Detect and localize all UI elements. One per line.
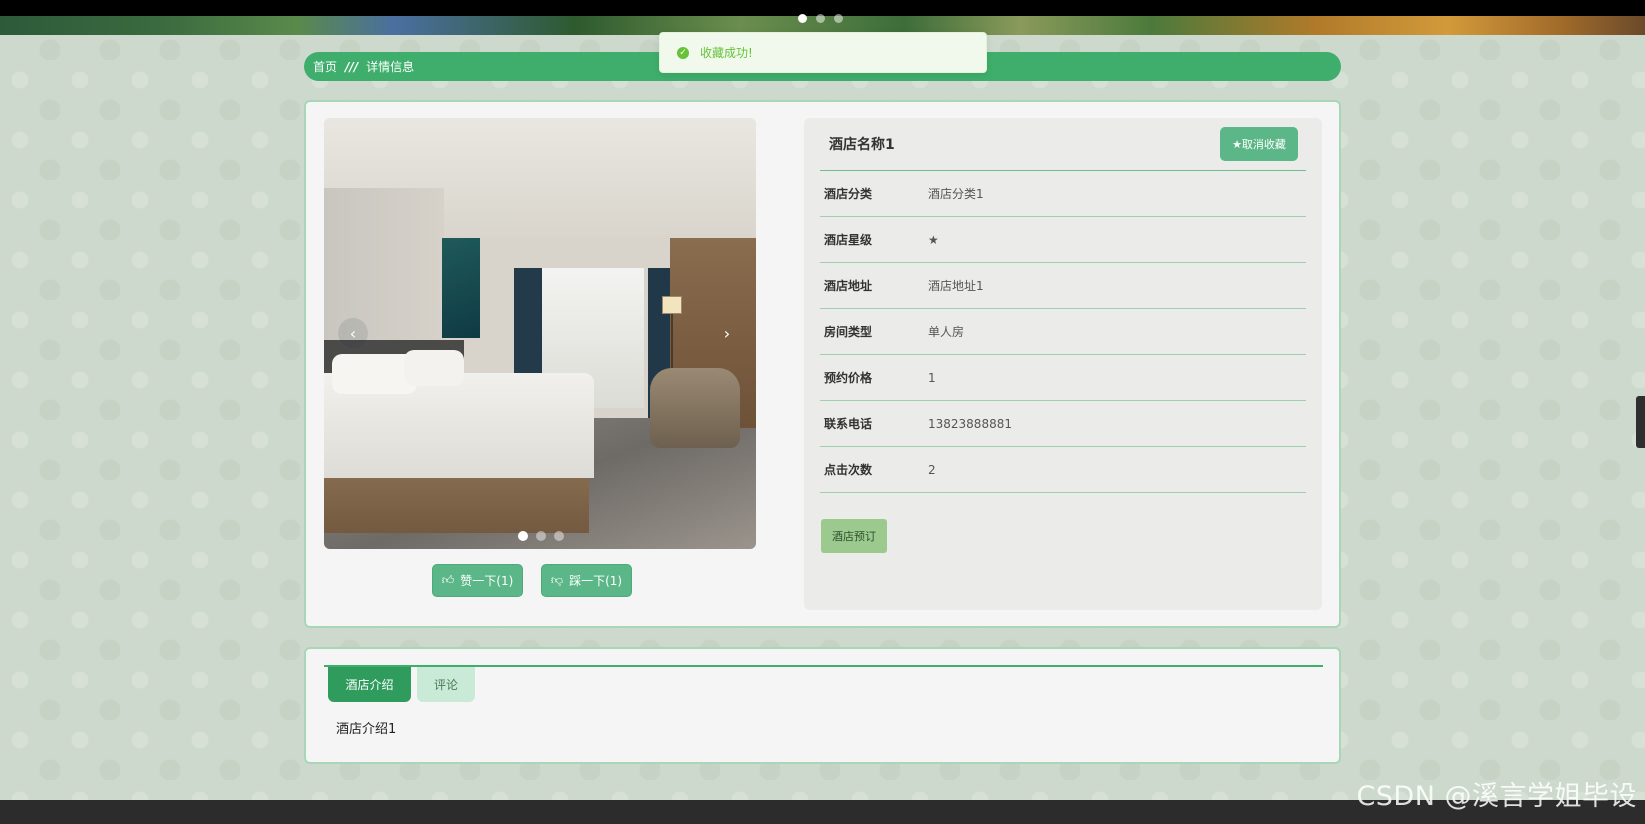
carousel-next-button[interactable]: › — [712, 318, 742, 348]
field-label: 酒店地址 — [824, 279, 873, 293]
info-row-price: 预约价格 1 — [820, 355, 1306, 401]
field-value: ★ — [928, 232, 939, 247]
hotel-tabs-card: 酒店介绍 评论 酒店介绍1 — [304, 647, 1341, 764]
field-value: 酒店分类1 — [928, 187, 984, 201]
hotel-image-carousel[interactable]: ‹ › — [324, 118, 756, 549]
field-value: 酒店地址1 — [928, 279, 984, 293]
like-label: 赞一下(1) — [460, 574, 514, 588]
tab-hotel-intro[interactable]: 酒店介绍 — [328, 667, 411, 702]
breadcrumb-home[interactable]: 首页 — [313, 58, 337, 75]
room-photo-chair — [650, 368, 740, 448]
carousel-dot[interactable] — [536, 531, 546, 541]
field-label: 联系电话 — [824, 417, 873, 431]
hotel-info-header: 酒店名称1 ★取消收藏 — [820, 118, 1306, 171]
check-circle-icon: ✓ — [677, 46, 689, 59]
watermark: CSDN @溪言学姐毕设 — [1356, 781, 1637, 812]
banner-dot[interactable] — [834, 14, 843, 23]
carousel-indicators — [518, 531, 564, 541]
field-label: 房间类型 — [824, 325, 873, 339]
room-photo-lamp — [662, 296, 682, 314]
banner-dot[interactable] — [816, 14, 825, 23]
dislike-button[interactable]: 👎︎ 踩一下(1) — [541, 564, 632, 597]
field-value: 13823888881 — [928, 416, 1012, 431]
field-value: 单人房 — [928, 325, 965, 339]
info-row-room-type: 房间类型 单人房 — [820, 309, 1306, 355]
toast-message: 收藏成功! — [700, 46, 753, 60]
breadcrumb-separator: /// — [345, 59, 359, 74]
field-value: 2 — [928, 462, 936, 477]
like-button[interactable]: 👍︎ 赞一下(1) — [432, 564, 523, 597]
room-photo-art — [442, 238, 480, 338]
carousel-prev-button[interactable]: ‹ — [338, 318, 368, 348]
room-photo-pillow — [404, 350, 464, 386]
field-label: 酒店星级 — [824, 233, 873, 247]
unfavorite-button[interactable]: ★取消收藏 — [1220, 127, 1298, 161]
carousel-dot[interactable] — [554, 531, 564, 541]
hotel-info-panel: 酒店名称1 ★取消收藏 酒店分类 酒店分类1 酒店星级 ★ 酒店地址 酒店地址1… — [804, 118, 1322, 610]
thumbs-down-icon: 👎︎ — [550, 573, 564, 587]
field-label: 点击次数 — [824, 463, 873, 477]
side-handle[interactable] — [1636, 396, 1645, 448]
hotel-name: 酒店名称1 — [829, 137, 895, 153]
field-label: 预约价格 — [824, 371, 873, 385]
hotel-detail-card: ‹ › 👍︎ 赞一下(1) 👎︎ 踩一下(1) 酒店名称1 ★取消收藏 酒店分类… — [304, 100, 1341, 628]
info-row-clicks: 点击次数 2 — [820, 447, 1306, 493]
success-toast: ✓ 收藏成功! — [659, 32, 987, 73]
info-row-address: 酒店地址 酒店地址1 — [820, 263, 1306, 309]
hotel-intro-text: 酒店介绍1 — [336, 722, 397, 737]
breadcrumb-current: 详情信息 — [366, 60, 415, 74]
banner-dot[interactable] — [798, 14, 807, 23]
tab-comments[interactable]: 评论 — [417, 667, 475, 702]
field-value: 1 — [928, 370, 936, 385]
book-hotel-button[interactable]: 酒店预订 — [821, 519, 887, 553]
info-row-category: 酒店分类 酒店分类1 — [820, 171, 1306, 217]
thumbs-up-icon: 👍︎ — [441, 573, 455, 587]
carousel-dot[interactable] — [518, 531, 528, 541]
banner-indicators — [798, 14, 843, 23]
dislike-label: 踩一下(1) — [569, 574, 623, 588]
info-row-phone: 联系电话 13823888881 — [820, 401, 1306, 447]
info-row-stars: 酒店星级 ★ — [820, 217, 1306, 263]
field-label: 酒店分类 — [824, 187, 873, 201]
